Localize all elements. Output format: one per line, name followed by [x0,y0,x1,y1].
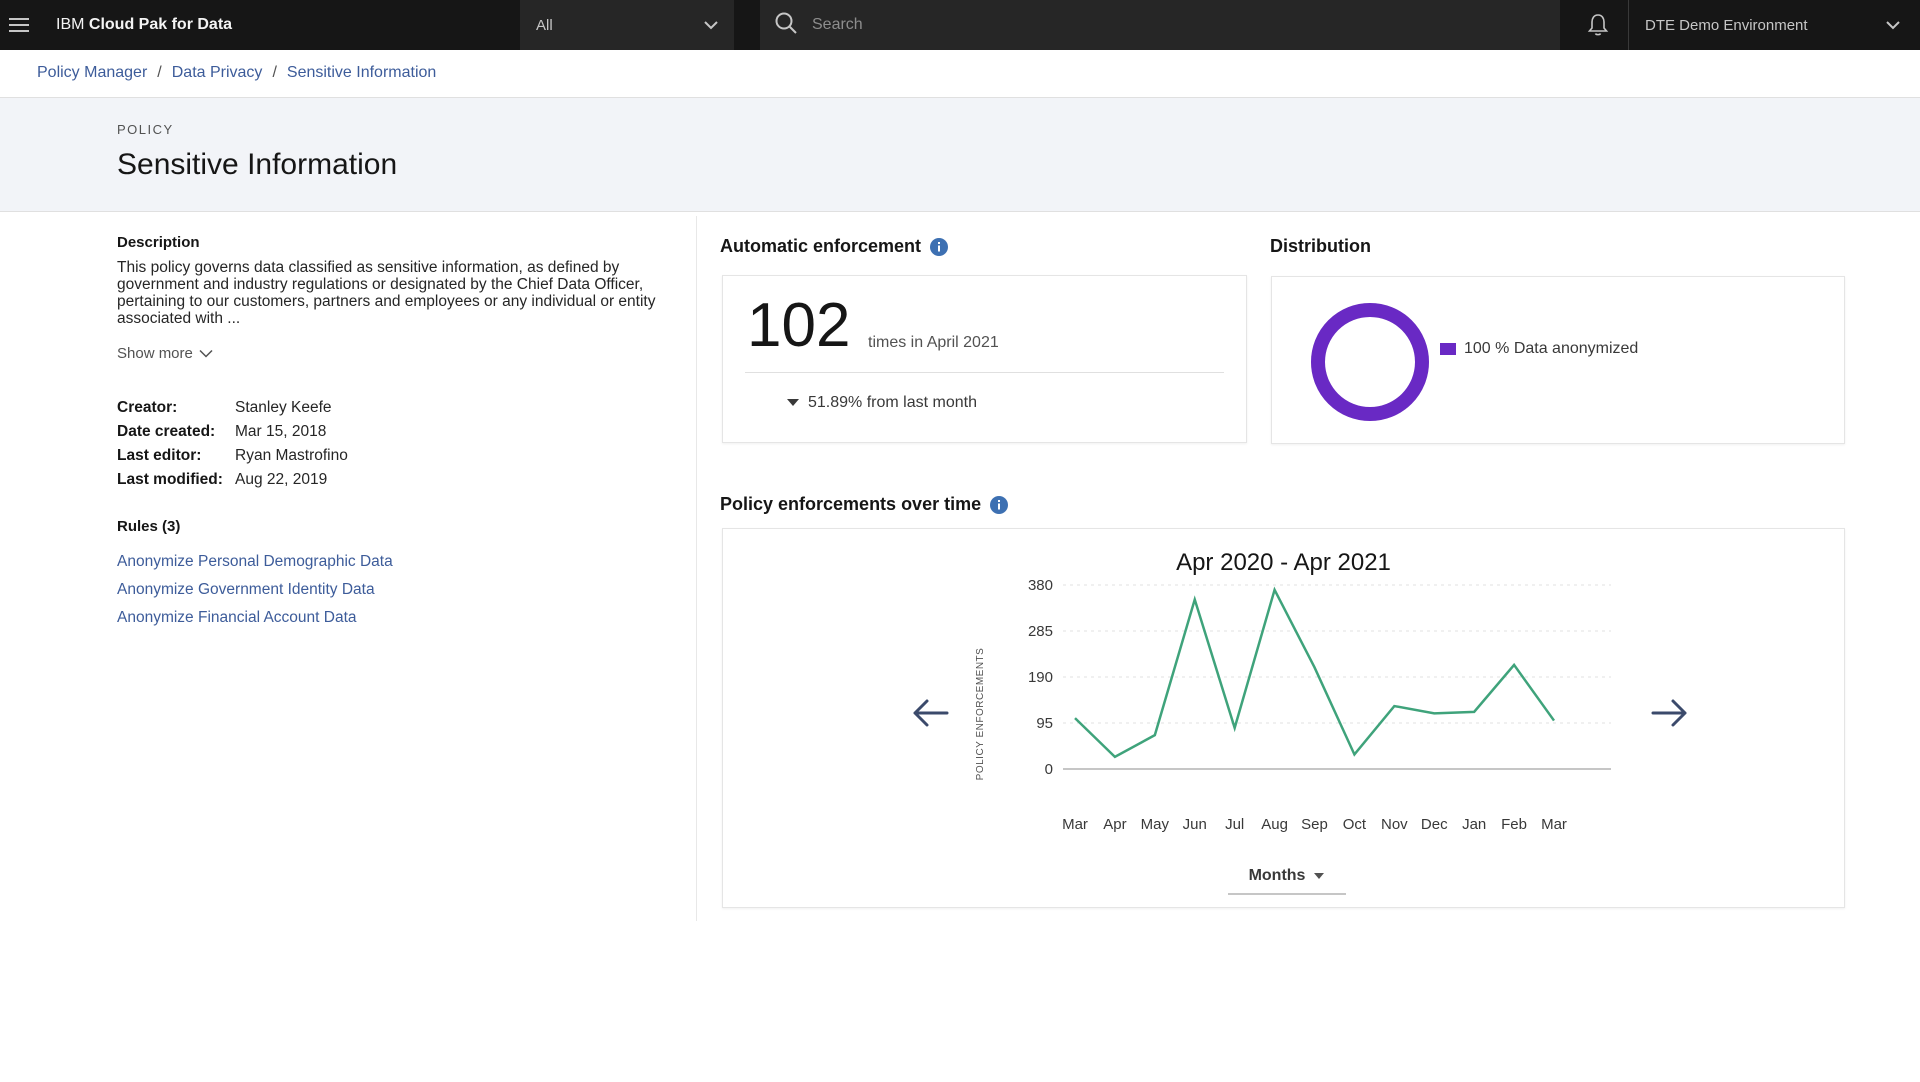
caret-down-icon [786,394,800,412]
rule-link[interactable]: Anonymize Government Identity Data [117,581,677,598]
x-tick-label: Feb [1501,816,1527,833]
meta-row-creator: Creator: Stanley Keefe [117,396,677,420]
meta-row-last-editor: Last editor: Ryan Mastrofino [117,444,677,468]
y-axis-label: POLICY ENFORCEMENTS [975,648,986,781]
rule-link[interactable]: Anonymize Personal Demographic Data [117,553,677,570]
enforcements-chart-card: Apr 2020 - Apr 2021 0 95 190 285 380 Mar Apr M… [722,528,1845,908]
previous-period-arrow-icon[interactable] [913,699,949,727]
column-divider [696,216,697,921]
breadcrumb-policy-manager[interactable]: Policy Manager [37,64,147,82]
x-tick-label: Jul [1225,816,1244,833]
enforcement-count-suffix: times in April 2021 [868,334,999,351]
brand-prefix: IBM [56,16,85,33]
x-tick-label: Nov [1381,816,1408,833]
trend-text: 51.89% from last month [808,394,977,411]
breadcrumb-data-privacy[interactable]: Data Privacy [172,64,263,82]
breadcrumb: Policy Manager / Data Privacy / Sensitiv… [37,64,436,82]
page-title: Sensitive Information [117,148,398,181]
meta-value: Aug 22, 2019 [235,471,328,488]
page-header: POLICY Sensitive Information [0,97,1920,212]
scope-dropdown[interactable]: All [520,0,734,50]
meta-key: Last editor: [117,447,202,464]
meta-value: Mar 15, 2018 [235,423,327,440]
distribution-legend: 100 % Data anonymized [1440,340,1638,358]
environment-name: DTE Demo Environment [1645,16,1808,34]
legend-swatch [1440,343,1456,355]
distribution-heading: Distribution [1270,236,1371,257]
scope-selected-value: All [536,16,553,34]
enforcements-over-time-heading: Policy enforcements over time [720,494,1009,515]
months-label: Months [1248,867,1306,884]
chevron-down-icon [1886,17,1900,34]
distribution-donut-chart [1311,303,1429,421]
brand-name: Cloud Pak for Data [88,16,233,33]
months-period-dropdown[interactable]: Months [1228,859,1346,895]
page-label: POLICY [117,122,174,137]
x-tick-label: Dec [1421,816,1448,833]
y-axis-ticks: 0 95 190 285 380 [1028,577,1053,778]
x-tick-label: Aug [1261,816,1288,833]
meta-key: Last modified: [117,471,223,488]
notification-bell-icon[interactable] [1585,12,1611,38]
meta-value: Ryan Mastrofino [235,447,348,464]
automatic-enforcement-heading: Automatic enforcement [720,236,949,257]
next-period-arrow-icon[interactable] [1651,699,1687,727]
info-icon[interactable] [929,237,949,257]
y-tick-label: 285 [1028,623,1053,640]
x-tick-label: Apr [1103,816,1126,833]
breadcrumb-sensitive-information[interactable]: Sensitive Information [287,64,436,82]
policy-details: Description This policy governs data cla… [117,234,677,626]
y-tick-label: 95 [1036,715,1053,732]
section-title-text: Policy enforcements over time [720,494,982,514]
breadcrumb-separator: / [272,64,277,81]
x-tick-label: Mar [1541,816,1567,833]
search-placeholder: Search [812,16,863,33]
meta-key: Date created: [117,423,216,440]
hamburger-menu-icon[interactable] [0,0,38,50]
y-tick-label: 0 [1045,761,1053,778]
search-input[interactable]: Search [760,0,1560,50]
x-axis-ticks: Mar Apr May Jun Jul Aug Sep Oct Nov Dec Jan Feb Mar [1062,816,1567,833]
show-more-button[interactable]: Show more [117,345,677,362]
meta-row-last-modified: Last modified: Aug 22, 2019 [117,468,677,492]
legend-label: 100 % Data anonymized [1464,340,1639,357]
x-tick-label: Jun [1183,816,1207,833]
meta-row-date-created: Date created: Mar 15, 2018 [117,420,677,444]
x-tick-label: Mar [1062,816,1088,833]
enforcements-line-chart: 0 95 190 285 380 Mar Apr May Jun Jul Aug Sep Oct Nov… [913,577,1687,833]
info-icon[interactable] [989,495,1009,515]
x-tick-label: Jan [1462,816,1486,833]
chevron-down-icon [704,17,718,34]
section-title-text: Distribution [1270,236,1371,256]
product-name[interactable]: IBM Cloud Pak for Data [56,16,232,34]
meta-value: Stanley Keefe [235,399,332,416]
rule-link[interactable]: Anonymize Financial Account Data [117,609,677,626]
x-tick-label: May [1141,816,1170,833]
breadcrumb-separator: / [157,64,162,81]
distribution-card: 100 % Data anonymized [1271,276,1845,444]
rules-heading: Rules (3) [117,518,181,535]
show-more-label: Show more [117,345,193,362]
environment-switcher[interactable]: DTE Demo Environment [1628,0,1920,50]
search-icon [774,11,798,40]
chevron-down-icon [199,345,213,362]
x-tick-label: Oct [1343,816,1367,833]
y-tick-label: 380 [1028,577,1053,594]
caret-down-icon [1313,867,1325,885]
description-heading: Description [117,234,200,251]
enforcement-count: 102 [747,291,851,360]
y-tick-label: 190 [1028,669,1053,686]
series-line [1074,586,1556,759]
meta-key: Creator: [117,399,178,416]
policy-metadata: Creator: Stanley Keefe Date created: Mar… [117,396,677,492]
donut-slice-anonymized [1311,303,1429,421]
enforcement-trend: 51.89% from last month [786,394,977,412]
section-title-text: Automatic enforcement [720,236,922,256]
rules-list: Anonymize Personal Demographic Data Anon… [117,553,677,626]
x-tick-label: Sep [1301,816,1328,833]
enforcement-card: 102 times in April 2021 51.89% from last… [722,275,1247,443]
description-text: This policy governs data classified as s… [117,259,656,327]
card-divider [745,372,1224,373]
